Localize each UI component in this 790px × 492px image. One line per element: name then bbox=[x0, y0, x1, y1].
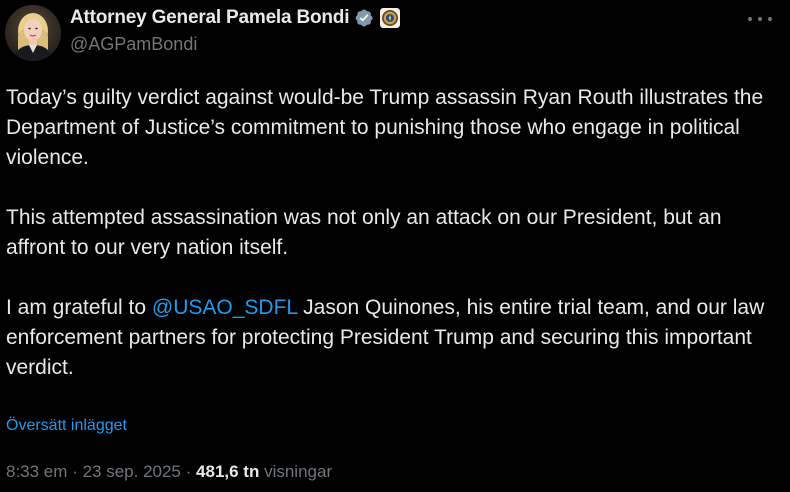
tweet: Attorney General Pamela Bondi @AGPamBond… bbox=[0, 0, 790, 492]
author-name-row: Attorney General Pamela Bondi bbox=[70, 5, 730, 31]
meta-separator: · bbox=[185, 462, 192, 481]
mention-link[interactable]: @USAO_SDFL bbox=[152, 296, 297, 319]
post-paragraph-2: This attempted assassination was not onl… bbox=[6, 206, 722, 259]
paragraph-3-start: I am grateful to bbox=[6, 296, 152, 319]
more-dot bbox=[768, 17, 772, 21]
post-paragraph-3: I am grateful to @USAO_SDFL Jason Quinon… bbox=[6, 293, 781, 383]
views-label: visningar bbox=[264, 462, 333, 481]
affiliate-seal-icon[interactable] bbox=[380, 8, 401, 28]
verified-badge-icon[interactable] bbox=[354, 8, 374, 28]
author-handle[interactable]: @AGPamBondi bbox=[70, 34, 730, 55]
post-date: 23 sep. 2025 bbox=[82, 462, 181, 481]
avatar[interactable] bbox=[5, 5, 61, 61]
post-metadata: 8:33 em · 23 sep. 2025 · 481,6 tn visnin… bbox=[6, 462, 332, 482]
meta-separator: · bbox=[72, 462, 78, 481]
more-options-icon[interactable] bbox=[748, 12, 772, 26]
post-paragraph-1: Today’s guilty verdict against would-be … bbox=[6, 86, 764, 169]
post-time: 8:33 em bbox=[6, 462, 68, 481]
post-timestamp[interactable]: 8:33 em · 23 sep. 2025 bbox=[6, 462, 181, 481]
post-header: Attorney General Pamela Bondi @AGPamBond… bbox=[70, 5, 730, 61]
author-display-name[interactable]: Attorney General Pamela Bondi bbox=[70, 7, 349, 29]
more-dot bbox=[758, 17, 762, 21]
profile-photo-icon bbox=[5, 5, 61, 61]
more-dot bbox=[748, 17, 752, 21]
views-count[interactable]: 481,6 tn bbox=[196, 462, 259, 481]
translate-post-link[interactable]: Översätt inlägget bbox=[6, 417, 127, 435]
post-text: Today’s guilty verdict against would-be … bbox=[6, 83, 781, 383]
